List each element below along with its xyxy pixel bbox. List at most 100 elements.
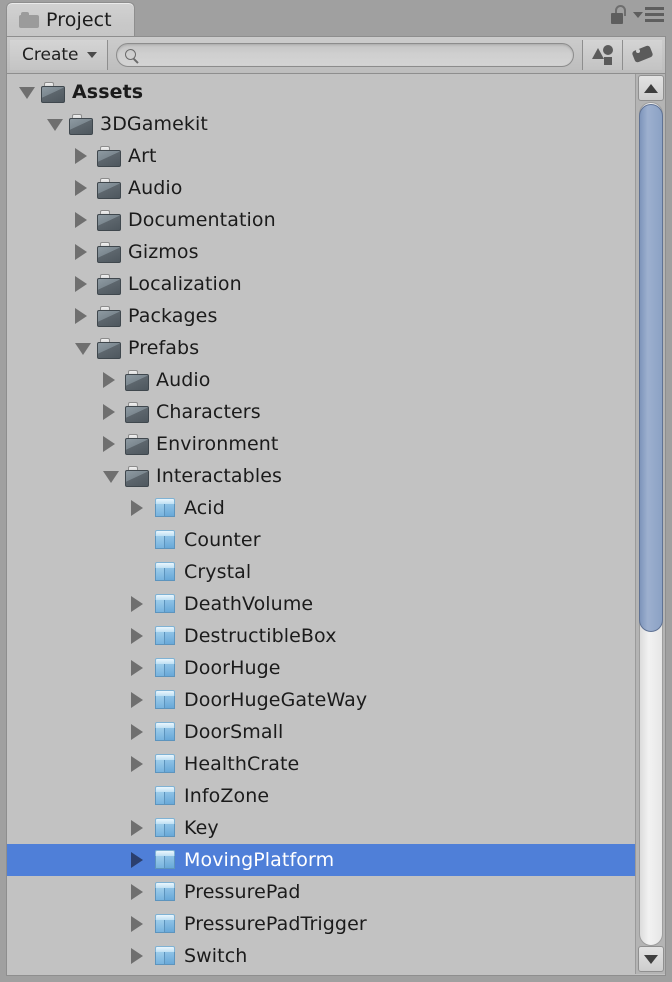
tree-row[interactable]: Environment — [7, 428, 635, 460]
triangle-right-icon[interactable] — [131, 500, 143, 516]
tree-row[interactable]: Audio — [7, 172, 635, 204]
tree-row[interactable]: Assets — [7, 76, 635, 108]
window-controls — [611, 5, 664, 24]
prefab-cube-icon — [153, 529, 177, 551]
tag-filter-icon — [630, 44, 654, 65]
folder-icon — [97, 305, 121, 327]
tree-row-label: Audio — [156, 369, 211, 391]
tree-row[interactable]: Counter — [7, 524, 635, 556]
triangle-right-icon[interactable] — [131, 820, 143, 836]
triangle-right-icon[interactable] — [131, 884, 143, 900]
triangle-right-icon[interactable] — [131, 660, 143, 676]
tree-row-label: Switch — [184, 945, 248, 967]
tree-row[interactable]: PressurePadTrigger — [7, 908, 635, 940]
scrollbar-thumb[interactable] — [639, 104, 663, 632]
tree-row[interactable]: Localization — [7, 268, 635, 300]
tree-row[interactable]: DoorHugeGateWay — [7, 684, 635, 716]
triangle-right-icon[interactable] — [103, 372, 115, 388]
tree-row[interactable]: Gizmos — [7, 236, 635, 268]
scroll-up-button[interactable] — [638, 75, 664, 101]
prefab-cube-icon — [153, 881, 177, 903]
tree-row-label: Audio — [128, 177, 183, 199]
triangle-right-icon[interactable] — [131, 692, 143, 708]
triangle-right-icon[interactable] — [103, 436, 115, 452]
tree-row[interactable]: PressurePad — [7, 876, 635, 908]
folder-icon — [97, 209, 121, 231]
triangle-right-icon[interactable] — [75, 180, 87, 196]
tree-row-label: Documentation — [128, 209, 276, 231]
tree-row[interactable]: Art — [7, 140, 635, 172]
tree-row[interactable]: Prefabs — [7, 332, 635, 364]
tree-row[interactable]: Audio — [7, 364, 635, 396]
tree-row-label: Packages — [128, 305, 218, 327]
triangle-down-icon[interactable] — [75, 343, 91, 355]
tree-row-selected[interactable]: MovingPlatform — [7, 844, 635, 876]
triangle-right-icon[interactable] — [75, 308, 87, 324]
tree-row[interactable]: Switch — [7, 940, 635, 972]
shapes-filter-icon — [591, 45, 614, 65]
project-tree-pane: Assets 3DGamekit Art Audio Documentation Gizm… — [6, 74, 666, 976]
triangle-right-icon[interactable] — [131, 916, 143, 932]
prefab-cube-icon — [153, 593, 177, 615]
vertical-scrollbar[interactable] — [635, 74, 665, 974]
search-field[interactable] — [115, 43, 574, 67]
tree-row[interactable]: DeathVolume — [7, 588, 635, 620]
triangle-right-icon[interactable] — [131, 596, 143, 612]
triangle-right-icon[interactable] — [75, 148, 87, 164]
tree-row[interactable]: Documentation — [7, 204, 635, 236]
folder-icon — [125, 401, 149, 423]
tree-row[interactable]: DoorHuge — [7, 652, 635, 684]
triangle-down-icon[interactable] — [103, 471, 119, 483]
prefab-cube-icon — [153, 657, 177, 679]
triangle-right-icon[interactable] — [75, 212, 87, 228]
tree-row-label: PressurePadTrigger — [184, 913, 367, 935]
triangle-right-icon[interactable] — [131, 948, 143, 964]
triangle-right-icon[interactable] — [75, 244, 87, 260]
folder-icon — [125, 433, 149, 455]
tree-row[interactable]: Characters — [7, 396, 635, 428]
triangle-right-icon[interactable] — [103, 404, 115, 420]
tree-row-label: Counter — [184, 529, 261, 551]
tree-row[interactable]: HealthCrate — [7, 748, 635, 780]
lock-icon[interactable] — [611, 5, 626, 24]
tree-row[interactable]: Key — [7, 812, 635, 844]
tree-row[interactable]: DoorSmall — [7, 716, 635, 748]
prefab-cube-icon — [153, 497, 177, 519]
triangle-down-icon[interactable] — [47, 119, 63, 131]
lock-body — [611, 13, 623, 24]
tree-row-label: DoorHuge — [184, 657, 281, 679]
tree-row[interactable]: Crystal — [7, 556, 635, 588]
project-window: Project Create Assets 3DGamekit Art Audi… — [0, 0, 672, 982]
chevron-down-icon — [633, 11, 643, 18]
type-filter-button[interactable] — [582, 40, 622, 70]
triangle-down-icon[interactable] — [19, 87, 35, 99]
tree-row[interactable]: Packages — [7, 300, 635, 332]
chevron-down-icon — [86, 52, 97, 58]
search-input[interactable] — [140, 47, 573, 63]
tree-row-label: Environment — [156, 433, 279, 455]
triangle-right-icon[interactable] — [131, 756, 143, 772]
create-button[interactable]: Create — [10, 40, 108, 70]
prefab-cube-icon — [153, 785, 177, 807]
triangle-right-icon[interactable] — [131, 724, 143, 740]
scroll-down-button[interactable] — [638, 946, 664, 972]
tree-row[interactable]: DestructibleBox — [7, 620, 635, 652]
tree-row-label: 3DGamekit — [100, 113, 208, 135]
triangle-right-icon[interactable] — [131, 628, 143, 644]
tree-row-label: Art — [128, 145, 157, 167]
hamburger-menu-icon[interactable] — [633, 7, 664, 22]
tree-row-label: DoorHugeGateWay — [184, 689, 368, 711]
tree-row[interactable]: Acid — [7, 492, 635, 524]
tab-project[interactable]: Project — [6, 2, 135, 36]
triangle-right-icon[interactable] — [75, 276, 87, 292]
label-filter-button[interactable] — [622, 40, 662, 70]
folder-icon — [97, 337, 121, 359]
triangle-right-icon[interactable] — [131, 852, 143, 868]
tree-row[interactable]: InfoZone — [7, 780, 635, 812]
folder-icon — [97, 177, 121, 199]
prefab-cube-icon — [153, 913, 177, 935]
tree-row-label: DoorSmall — [184, 721, 284, 743]
tree-row[interactable]: Interactables — [7, 460, 635, 492]
tree-row[interactable]: 3DGamekit — [7, 108, 635, 140]
menu-lines — [645, 7, 664, 22]
